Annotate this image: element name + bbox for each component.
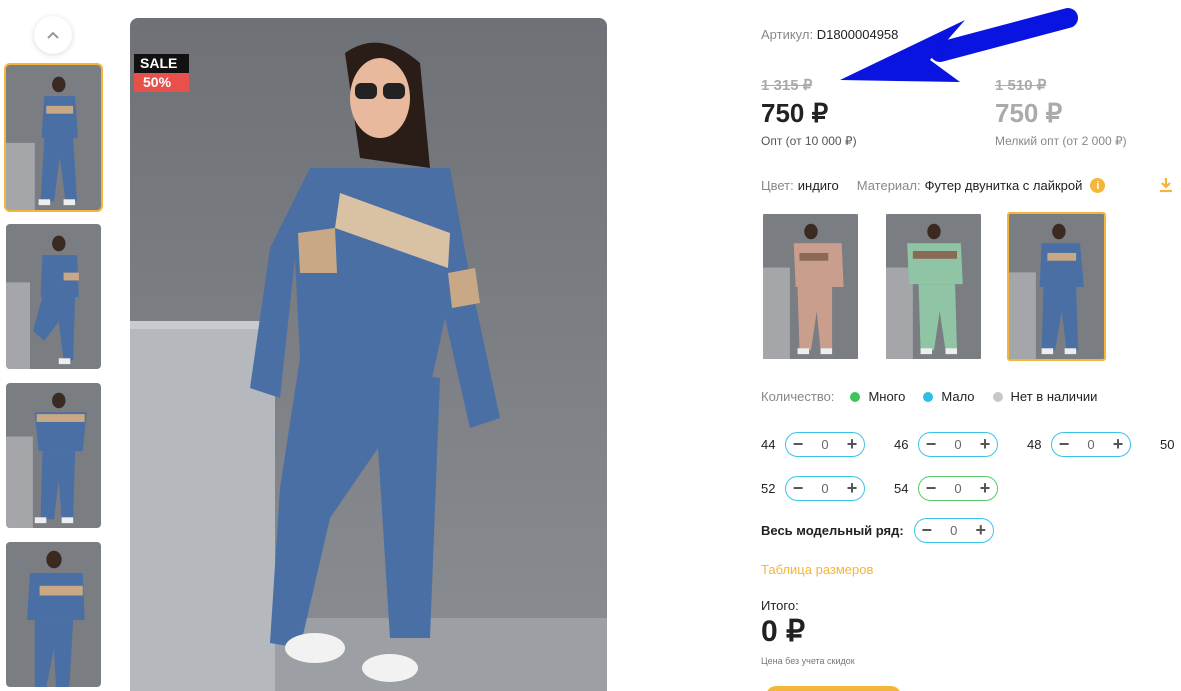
increase-button[interactable]: + (1110, 435, 1126, 453)
size-cell-50: 50 (1160, 437, 1181, 452)
thumbnail[interactable] (4, 222, 103, 371)
thumbnail-list (4, 63, 103, 691)
quantity-stepper: − 0 + (785, 432, 865, 457)
color-option-powder[interactable] (761, 212, 860, 361)
sku-value: D1800004958 (816, 27, 899, 42)
color-option-indigo[interactable] (1007, 212, 1106, 361)
info-icon[interactable]: i (1090, 178, 1106, 193)
sku-label: Артикул: (761, 27, 814, 42)
quantity-value[interactable]: 0 (821, 481, 828, 496)
quantity-value[interactable]: 0 (1087, 437, 1094, 452)
decrease-button[interactable]: − (790, 479, 806, 497)
quantity-stepper: − 0 + (1051, 432, 1131, 457)
old-price: 1 510 ₽ (995, 77, 1047, 94)
size-label: 48 (1027, 437, 1042, 452)
green-dot-icon (850, 391, 861, 402)
increase-button[interactable]: + (977, 479, 993, 497)
wholesale-price: 1 315 ₽ 750 ₽ Опт (от 10 000 ₽) (761, 76, 857, 148)
quantity-stepper: − 0 + (785, 476, 865, 501)
thumbnail[interactable] (4, 540, 103, 689)
discount-label: 50% (134, 73, 189, 92)
increase-button[interactable]: + (844, 435, 860, 453)
quantity-value[interactable]: 0 (950, 523, 957, 538)
thumbnails-scroll-up-button[interactable] (34, 16, 72, 54)
gray-dot-icon (992, 391, 1003, 402)
sale-label: SALE (134, 54, 189, 73)
color-option-mint[interactable] (884, 212, 983, 361)
small-wholesale-price: 1 510 ₽ 750 ₽ Мелкий опт (от 2 000 ₽) (995, 76, 1127, 148)
size-row: 52 − 0 + 54 − 0 + (761, 476, 1027, 501)
size-label: 50 (1160, 437, 1175, 452)
download-icon[interactable] (1158, 177, 1174, 193)
product-page: SALE 50% Артикул: D1800004958 1 315 ₽ 75… (0, 0, 1181, 691)
full-size-range-row: Весь модельный ряд: − 0 + (761, 518, 994, 543)
decrease-button[interactable]: − (923, 479, 939, 497)
size-label: 46 (894, 437, 909, 452)
quantity-stepper: − 0 + (918, 476, 998, 501)
sale-badge: SALE 50% (134, 54, 189, 92)
availability-label: Количество: (761, 389, 835, 404)
thumbnail[interactable] (4, 63, 103, 212)
legend-few: Мало (923, 389, 975, 404)
quantity-value[interactable]: 0 (821, 437, 828, 452)
main-product-photo[interactable]: SALE 50% (130, 18, 607, 691)
product-image (130, 18, 607, 691)
total-note: Цена без учета скидок (761, 656, 855, 666)
add-to-cart-button[interactable] (766, 686, 901, 691)
color-options (761, 212, 1130, 361)
sku: Артикул: D1800004958 (761, 27, 898, 42)
increase-button[interactable]: + (844, 479, 860, 497)
decrease-button[interactable]: − (1056, 435, 1072, 453)
quantity-stepper: − 0 + (918, 432, 998, 457)
product-info-panel: Артикул: D1800004958 1 315 ₽ 750 ₽ Опт (… (761, 0, 1181, 691)
quantity-stepper: − 0 + (913, 518, 994, 543)
availability-legend: Количество: Много Мало Нет в наличии (761, 389, 1115, 404)
blue-dot-icon (923, 391, 934, 402)
price-note: Мелкий опт (от 2 000 ₽) (995, 134, 1127, 148)
size-cell-48: 48 − 0 + (1027, 432, 1160, 457)
attributes-row: Цвет: индиго Материал: Футер двунитка с … (761, 178, 1106, 193)
price-note: Опт (от 10 000 ₽) (761, 134, 857, 148)
size-cell-46: 46 − 0 + (894, 432, 1027, 457)
decrease-button[interactable]: − (919, 521, 935, 539)
quantity-value[interactable]: 0 (954, 481, 961, 496)
size-cell-44: 44 − 0 + (761, 432, 894, 457)
color-value: индиго (797, 178, 839, 193)
decrease-button[interactable]: − (923, 435, 939, 453)
current-price: 750 ₽ (761, 98, 829, 128)
size-label: 52 (761, 481, 776, 496)
current-price: 750 ₽ (995, 98, 1063, 128)
legend-many: Много (850, 389, 905, 404)
size-cell-54: 54 − 0 + (894, 476, 1027, 501)
material-label: Материал: (856, 178, 921, 193)
size-cell-52: 52 − 0 + (761, 476, 894, 501)
quantity-value[interactable]: 0 (954, 437, 961, 452)
size-table-link[interactable]: Таблица размеров (761, 562, 873, 577)
old-price: 1 315 ₽ (761, 77, 813, 94)
color-label: Цвет: (761, 178, 794, 193)
full-size-range-label: Весь модельный ряд: (761, 523, 904, 538)
size-row: 44 − 0 + 46 − 0 + 48 − 0 + 50 (761, 432, 1181, 457)
total-label: Итого: (761, 598, 799, 613)
increase-button[interactable]: + (973, 521, 989, 539)
decrease-button[interactable]: − (790, 435, 806, 453)
material-value: Футер двунитка с лайкрой (924, 178, 1083, 193)
increase-button[interactable]: + (977, 435, 993, 453)
chevron-up-icon (47, 31, 59, 39)
legend-out-of-stock: Нет в наличии (992, 389, 1097, 404)
size-label: 54 (894, 481, 909, 496)
total-value: 0 ₽ (761, 615, 806, 648)
size-label: 44 (761, 437, 776, 452)
thumbnail[interactable] (4, 381, 103, 530)
